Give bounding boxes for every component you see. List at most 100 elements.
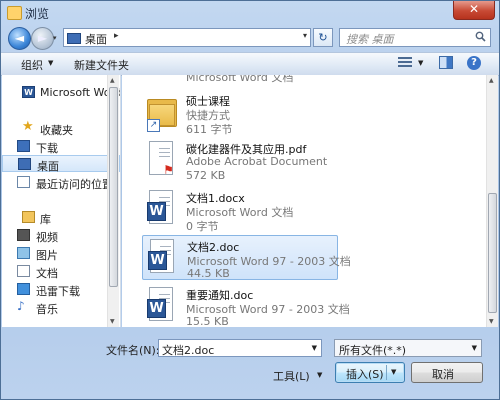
file-type: Microsoft Word 文档: [186, 75, 294, 84]
download-folder-icon: [17, 140, 30, 152]
list-item[interactable]: ⚑ 碳化建器件及其应用.pdf Adobe Acrobat Document 5…: [142, 138, 338, 183]
sidebar-item-label: 图片: [36, 249, 58, 262]
browse-dialog: 浏览 ✕ ◄ ► ▾ 桌面 ▸ ▾ ↻ 搜索 桌面 组织 ▼ 新建文件夹 ▼ ?…: [0, 0, 500, 400]
sidebar-item-label: 下载: [36, 142, 58, 155]
refresh-button[interactable]: ↻: [313, 28, 333, 47]
pdf-file-icon: ⚑: [147, 141, 179, 179]
file-type-filter[interactable]: 所有文件(*.*) ▼: [334, 339, 482, 357]
sidebar-item-videos[interactable]: 视频: [2, 227, 120, 244]
insert-label: 插入(S): [346, 368, 384, 381]
sidebar-item-label: 桌面: [37, 160, 59, 173]
video-icon: [17, 229, 30, 241]
file-size: 572 KB: [186, 169, 226, 182]
window-title: 浏览: [25, 7, 50, 21]
library-icon: [22, 211, 35, 223]
recent-pages-dropdown[interactable]: ▾: [53, 34, 57, 42]
list-item[interactable]: W 重要通知.doc Microsoft Word 97 - 2003 文档 1…: [142, 284, 350, 327]
preview-pane-icon[interactable]: [439, 56, 453, 69]
word-icon: W: [22, 86, 35, 98]
shortcut-folder-icon: ↗: [147, 93, 179, 132]
filename-label: 文件名(N):: [106, 344, 160, 357]
organize-dropdown-icon[interactable]: ▼: [48, 59, 53, 67]
sidebar-item-downloads[interactable]: 下载: [2, 138, 120, 155]
sidebar-item-pictures[interactable]: 图片: [2, 245, 120, 262]
change-view-icon[interactable]: [398, 57, 412, 69]
close-button[interactable]: ✕: [453, 1, 495, 20]
scrollbar-thumb[interactable]: [488, 193, 497, 313]
word-document-icon: W: [147, 190, 179, 228]
cancel-button[interactable]: 取消: [411, 362, 483, 383]
sidebar-item-desktop[interactable]: 桌面: [2, 155, 120, 173]
back-button[interactable]: ◄: [8, 27, 31, 50]
sidebar-item-recent-places[interactable]: 最近访问的位置: [2, 174, 120, 191]
sidebar-item-label: 音乐: [36, 303, 58, 316]
filter-value[interactable]: 所有文件(*.*): [339, 342, 406, 358]
navigation-scrollbar[interactable]: ▲ ▼: [107, 75, 119, 327]
view-dropdown-icon[interactable]: ▼: [418, 59, 423, 67]
search-icon[interactable]: [475, 31, 486, 45]
scroll-down-icon[interactable]: ▼: [110, 318, 115, 325]
tools-button[interactable]: 工具(L): [273, 368, 310, 384]
filter-dropdown-icon[interactable]: ▼: [472, 344, 477, 352]
file-list: Microsoft Word 文档 ↗ 硕士课程 快捷方式 611 字节 ⚑ 碳…: [122, 75, 486, 327]
address-dropdown-icon[interactable]: ▾: [303, 31, 307, 40]
filename-value[interactable]: 文档2.doc: [162, 342, 214, 358]
sidebar-item-favorites[interactable]: ★ 收藏夹: [2, 120, 120, 137]
scroll-up-icon[interactable]: ▲: [110, 77, 115, 84]
window-folder-icon: [7, 6, 22, 20]
sidebar-item-label: 最近访问的位置: [36, 178, 113, 191]
sidebar-item-documents[interactable]: 文档: [2, 263, 120, 280]
new-folder-button[interactable]: 新建文件夹: [74, 57, 129, 73]
list-item[interactable]: W 文档1.docx Microsoft Word 文档 0 字节: [142, 187, 338, 233]
picture-icon: [17, 247, 30, 259]
file-size: 44.5 KB: [187, 267, 230, 280]
scroll-down-icon[interactable]: ▼: [489, 318, 494, 325]
file-size: 611 字节: [186, 123, 233, 136]
forward-button[interactable]: ►: [31, 27, 54, 50]
thunder-download-icon: [17, 283, 30, 295]
desktop-icon: [18, 158, 31, 170]
word-document-icon: W: [148, 239, 180, 277]
help-icon[interactable]: ?: [467, 56, 481, 70]
organize-button[interactable]: 组织: [21, 57, 43, 73]
toolbar: 组织 ▼ 新建文件夹 ▼ ?: [1, 52, 499, 76]
sidebar-item-label: 收藏夹: [40, 124, 73, 137]
search-input[interactable]: 搜索 桌面: [339, 28, 491, 47]
scrollbar-thumb[interactable]: [109, 87, 118, 287]
address-location[interactable]: 桌面: [85, 31, 107, 47]
documents-icon: [17, 265, 30, 277]
list-item[interactable]: ↗ 硕士课程 快捷方式 611 字节: [142, 90, 338, 136]
sidebar-item-microsoft-word[interactable]: W Microsoft Word: [2, 84, 120, 101]
file-size: 15.5 KB: [186, 315, 229, 327]
search-placeholder: 搜索 桌面: [346, 33, 394, 46]
music-icon: ♪: [17, 299, 25, 313]
shortcut-arrow-icon: ↗: [147, 119, 160, 132]
star-icon: ★: [22, 119, 34, 134]
pdf-badge-icon: ⚑: [163, 163, 174, 177]
insert-button[interactable]: 插入(S) ▼: [335, 362, 405, 383]
navigation-pane: W Microsoft Word ★ 收藏夹 下载 桌面 最近访问的位置 库 视…: [2, 75, 121, 327]
sidebar-item-label: 视频: [36, 231, 58, 244]
tools-dropdown-icon[interactable]: ▼: [317, 371, 322, 379]
filename-dropdown-icon[interactable]: ▼: [312, 344, 317, 352]
scroll-up-icon[interactable]: ▲: [489, 77, 494, 84]
sidebar-item-label: 库: [40, 213, 51, 226]
insert-dropdown-icon[interactable]: ▼: [391, 368, 396, 376]
title-bar: 浏览 ✕: [1, 1, 499, 23]
sidebar-item-label: 迅雷下载: [36, 285, 80, 298]
list-item-selected[interactable]: W 文档2.doc Microsoft Word 97 - 2003 文档 44…: [142, 235, 351, 280]
address-bar[interactable]: 桌面 ▸ ▾: [63, 28, 311, 47]
recent-places-icon: [17, 176, 30, 188]
filename-field[interactable]: 文档2.doc ▼: [158, 339, 322, 357]
cancel-label: 取消: [432, 368, 454, 381]
desktop-icon: [67, 33, 81, 44]
word-document-icon: W: [147, 287, 179, 325]
sidebar-item-thunder-downloads[interactable]: 迅雷下载: [2, 281, 120, 298]
file-type: Adobe Acrobat Document: [186, 155, 328, 168]
sidebar-item-libraries[interactable]: 库: [2, 209, 120, 226]
chevron-right-icon[interactable]: ▸: [114, 31, 119, 41]
sidebar-item-music[interactable]: ♪ 音乐: [2, 299, 120, 316]
file-list-scrollbar[interactable]: ▲ ▼: [486, 75, 498, 327]
file-size: 0 字节: [186, 220, 219, 233]
sidebar-item-label: 文档: [36, 267, 58, 280]
